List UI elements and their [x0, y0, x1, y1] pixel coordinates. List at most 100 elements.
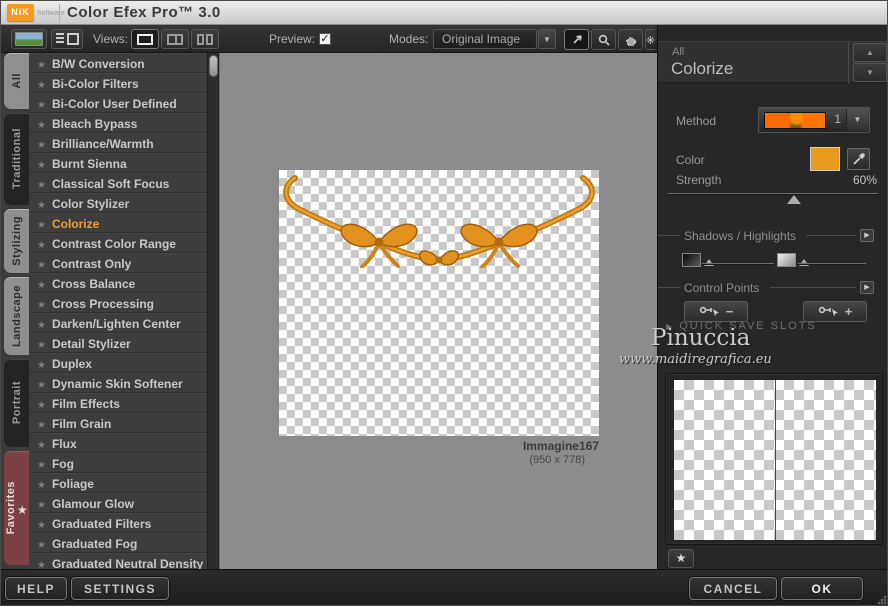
view-single-button[interactable]: [131, 29, 159, 49]
eyedropper-button[interactable]: [847, 148, 870, 170]
method-dropdown-arrow[interactable]: ▼: [846, 109, 868, 131]
filter-item[interactable]: ★ Graduated Filters: [29, 513, 207, 533]
strength-slider-thumb[interactable]: [787, 195, 801, 204]
favorite-star-icon[interactable]: ★: [37, 100, 46, 111]
filter-nav-spinner: ▲ ▼: [848, 42, 887, 84]
favorite-star-icon[interactable]: ★: [37, 200, 46, 211]
filter-item[interactable]: ★ Colorize: [29, 213, 207, 233]
save-slot-star-button[interactable]: ★: [668, 549, 694, 568]
preview-checkbox[interactable]: ✓: [319, 33, 331, 45]
favorite-star-icon[interactable]: ★: [37, 220, 46, 231]
filter-item[interactable]: ★ Contrast Only: [29, 253, 207, 273]
spot-tool-button[interactable]: [645, 29, 655, 50]
zoom-tool-button[interactable]: [591, 29, 616, 50]
favorite-star-icon[interactable]: ★: [37, 320, 46, 331]
filter-item[interactable]: ★ Duplex: [29, 353, 207, 373]
modes-dropdown-arrow[interactable]: ▼: [538, 29, 556, 49]
tab-favorites[interactable]: Favorites ★: [4, 451, 29, 565]
filter-item[interactable]: ★ Graduated Fog: [29, 533, 207, 553]
strength-slider-track[interactable]: [668, 193, 878, 195]
filter-item[interactable]: ★ Fog: [29, 453, 207, 473]
filter-item[interactable]: ★ Cross Processing: [29, 293, 207, 313]
favorite-star-icon[interactable]: ★: [37, 480, 46, 491]
filter-item[interactable]: ★ Foliage: [29, 473, 207, 493]
quick-save-slot-frame[interactable]: [665, 373, 883, 545]
filter-item[interactable]: ★ Glamour Glow: [29, 493, 207, 513]
previous-filter-button[interactable]: ▲: [853, 43, 887, 62]
favorite-star-icon[interactable]: ★: [37, 140, 46, 151]
view-sidebyside-button[interactable]: [191, 29, 219, 49]
filter-item[interactable]: ★ B/W Conversion: [29, 53, 207, 73]
favorite-star-icon[interactable]: ★: [37, 340, 46, 351]
favorite-star-icon[interactable]: ★: [37, 440, 46, 451]
view-split-button[interactable]: [161, 29, 189, 49]
next-filter-button[interactable]: ▼: [853, 63, 887, 82]
filter-item[interactable]: ★ Detail Stylizer: [29, 333, 207, 353]
shadows-slider-track[interactable]: [702, 263, 774, 265]
favorite-star-icon[interactable]: ★: [37, 460, 46, 471]
filter-item[interactable]: ★ Bi-Color Filters: [29, 73, 207, 93]
tab-stylizing[interactable]: Stylizing: [4, 209, 29, 273]
filter-item[interactable]: ★ Classical Soft Focus: [29, 173, 207, 193]
add-control-point-button[interactable]: +: [803, 301, 867, 322]
filter-item[interactable]: ★ Flux: [29, 433, 207, 453]
image-browser-button[interactable]: [11, 29, 47, 49]
filter-item[interactable]: ★ Brilliance/Warmth: [29, 133, 207, 153]
footer-bar: HELP SETTINGS CANCEL OK: [1, 569, 887, 605]
cancel-button[interactable]: CANCEL: [689, 577, 777, 600]
favorite-star-icon[interactable]: ★: [37, 560, 46, 569]
shadows-swatch[interactable]: [682, 253, 701, 267]
favorite-star-icon[interactable]: ★: [37, 420, 46, 431]
filter-item[interactable]: ★ Graduated Neutral Density: [29, 553, 207, 569]
filter-item[interactable]: ★ Color Stylizer: [29, 193, 207, 213]
favorite-star-icon[interactable]: ★: [37, 540, 46, 551]
tab-portrait[interactable]: Portrait: [4, 359, 29, 447]
filter-panel-toggle-button[interactable]: [51, 29, 83, 49]
remove-control-point-button[interactable]: −: [684, 301, 748, 322]
filter-list-scrollbar[interactable]: [207, 53, 219, 569]
highlights-slider-track[interactable]: [798, 263, 866, 265]
resize-grip[interactable]: [877, 595, 887, 605]
favorite-star-icon[interactable]: ★: [37, 120, 46, 131]
favorite-star-icon[interactable]: ★: [37, 360, 46, 371]
favorite-star-icon[interactable]: ★: [37, 300, 46, 311]
modes-dropdown[interactable]: Original Image: [433, 29, 537, 49]
filter-item[interactable]: ★ Film Effects: [29, 393, 207, 413]
filter-item[interactable]: ★ Darken/Lighten Center: [29, 313, 207, 333]
highlights-swatch[interactable]: [777, 253, 796, 267]
filter-item[interactable]: ★ Film Grain: [29, 413, 207, 433]
color-swatch[interactable]: [810, 147, 840, 171]
favorite-star-icon[interactable]: ★: [37, 520, 46, 531]
filter-item[interactable]: ★ Bi-Color User Defined: [29, 93, 207, 113]
favorite-star-icon[interactable]: ★: [37, 180, 46, 191]
method-dropdown[interactable]: 1 ▼: [758, 107, 870, 133]
ok-button[interactable]: OK: [781, 577, 863, 600]
control-points-expand-button[interactable]: ▶: [860, 281, 874, 294]
favorite-star-icon[interactable]: ★: [37, 500, 46, 511]
tab-traditional[interactable]: Traditional: [4, 113, 29, 205]
favorite-star-icon[interactable]: ★: [37, 240, 46, 251]
filter-item[interactable]: ★ Bleach Bypass: [29, 113, 207, 133]
favorite-star-icon[interactable]: ★: [37, 400, 46, 411]
favorite-star-icon[interactable]: ★: [37, 60, 46, 71]
tab-landscape[interactable]: Landscape: [4, 277, 29, 355]
favorite-star-icon[interactable]: ★: [37, 260, 46, 271]
help-button[interactable]: HELP: [5, 577, 67, 600]
scrollbar-thumb[interactable]: [209, 55, 218, 77]
favorite-star-icon[interactable]: ★: [37, 160, 46, 171]
select-tool-button[interactable]: [564, 29, 589, 50]
filter-item[interactable]: ★ Contrast Color Range: [29, 233, 207, 253]
tab-all[interactable]: All: [4, 53, 29, 109]
filter-item[interactable]: ★ Dynamic Skin Softener: [29, 373, 207, 393]
shadows-highlights-expand-button[interactable]: ▶: [860, 229, 874, 242]
favorite-star-icon[interactable]: ★: [37, 280, 46, 291]
filter-item[interactable]: ★ Cross Balance: [29, 273, 207, 293]
filter-settings-panel: All Colorize ▲ ▼ Method 1 ▼ Color Streng…: [657, 25, 887, 569]
filter-item[interactable]: ★ Burnt Sienna: [29, 153, 207, 173]
favorite-star-icon[interactable]: ★: [37, 80, 46, 91]
pan-tool-button[interactable]: [618, 29, 643, 50]
quick-save-slots-header[interactable]: ▶ QUICK SAVE SLOTS: [666, 320, 817, 332]
titlebar-divider: [59, 4, 60, 22]
settings-button[interactable]: SETTINGS: [71, 577, 169, 600]
favorite-star-icon[interactable]: ★: [37, 380, 46, 391]
